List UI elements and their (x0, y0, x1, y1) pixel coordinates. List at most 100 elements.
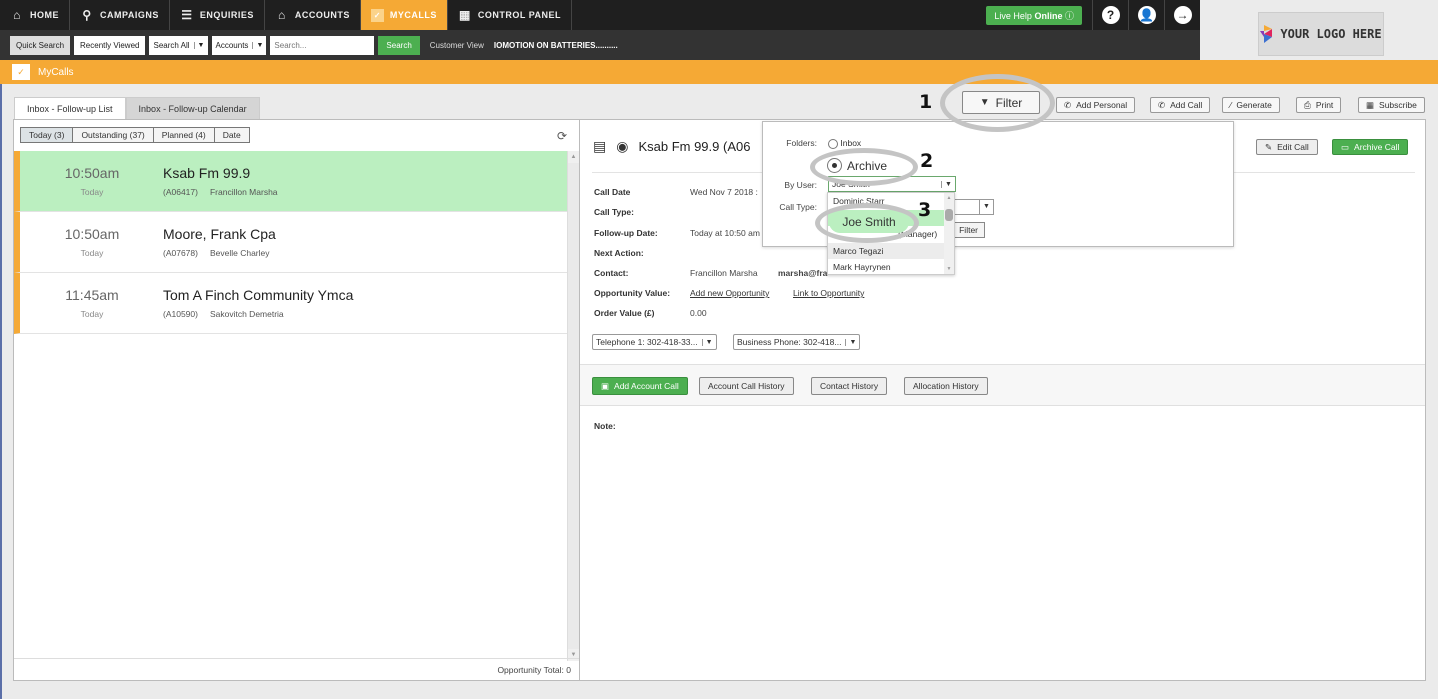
section-header: ✓ MyCalls (0, 60, 1438, 84)
list-scrollbar[interactable]: ▲ ▼ (567, 151, 579, 661)
subscribe-button[interactable]: ▦ Subscribe (1358, 97, 1425, 113)
home-icon: ⌂ (13, 8, 21, 22)
chevron-down-icon: ▼ (701, 338, 716, 346)
live-help-button[interactable]: Live Help Online ⓘ (986, 5, 1082, 25)
by-user-select[interactable]: Joe Smith ▼ (828, 176, 956, 192)
account-call-history-button[interactable]: Account Call History (699, 377, 794, 395)
edit-call-button[interactable]: ✎ Edit Call (1256, 139, 1318, 155)
search-scope-select[interactable]: Search All ▼ (149, 35, 208, 55)
filter-planned[interactable]: Planned (4) (152, 127, 215, 143)
printer-icon: ⎙ (1304, 99, 1311, 110)
chevron-down-icon: ▼ (941, 180, 955, 188)
archive-icon: ▭ (1341, 141, 1350, 152)
pencil-icon: ✎ (1265, 141, 1273, 152)
user-dropdown-list: Dominic Starr Joe Smith (Manager) Marco … (827, 192, 955, 275)
campaigns-icon: ⚲ (82, 8, 92, 22)
add-account-call-button[interactable]: ▣ Add Account Call (592, 377, 688, 395)
phone-plus-icon: ✆ (1064, 99, 1072, 110)
call-list: 10:50am Today Ksab Fm 99.9 (A06417) Franc… (14, 151, 567, 334)
quick-search-tab[interactable]: Quick Search (10, 35, 71, 55)
search-input[interactable] (270, 35, 375, 55)
link-opportunity-link[interactable]: Link to Opportunity (793, 288, 864, 298)
user-option[interactable]: Marco Tegazi (828, 242, 946, 259)
recently-viewed-tab[interactable]: Recently Viewed (74, 35, 146, 55)
checklist-icon: ✓ (12, 64, 30, 80)
contact-card-icon[interactable]: ▤ (593, 138, 606, 155)
user-option[interactable]: Mark Hayrynen (828, 259, 946, 274)
funnel-icon: ▼ (979, 97, 990, 108)
dashboard-icon[interactable]: ◉ (616, 138, 628, 155)
scroll-thumb[interactable] (945, 209, 953, 221)
search-button[interactable]: Search (378, 35, 420, 55)
logo-area: YOUR LOGO HERE (1200, 0, 1438, 60)
dropdown-scrollbar[interactable]: ▲ ▼ (944, 193, 954, 274)
business-phone-select[interactable]: Business Phone: 302-418... ▼ (733, 334, 861, 350)
nav-home[interactable]: ⌂ HOME (0, 0, 70, 30)
scroll-up-icon[interactable]: ▲ (568, 151, 579, 163)
promo-ticker: IOMOTION ON BATTERIES.......... (493, 40, 618, 50)
enquiries-icon: ☰ (181, 8, 193, 22)
nav-control-panel[interactable]: ▦ CONTROL PANEL (448, 0, 573, 30)
radio-checked-icon (827, 158, 842, 173)
contact-history-button[interactable]: Contact History (811, 377, 888, 395)
scroll-up-icon: ▲ (946, 195, 952, 201)
print-button[interactable]: ⎙ Print (1296, 97, 1342, 113)
add-call-button[interactable]: ✆ Add Call (1150, 97, 1211, 113)
filter-date[interactable]: Date (213, 127, 250, 143)
window-edge (0, 84, 2, 699)
annotation-number-3: 3 (918, 199, 932, 221)
refresh-icon[interactable]: ⟳ (557, 129, 567, 143)
chevron-down-icon: ▼ (845, 338, 859, 346)
nav-mycalls[interactable]: ✓ MYCALLS (360, 0, 448, 30)
add-call-icon: ▣ (601, 380, 610, 391)
wand-icon: ⁄ (1230, 100, 1232, 110)
filter-outstanding[interactable]: Outstanding (37) (72, 127, 154, 143)
telephone-select[interactable]: Telephone 1: 302-418-33... ▼ (592, 334, 717, 350)
call-list-panel: Today (3) Outstanding (37) Planned (4) D… (13, 119, 580, 681)
logout-button[interactable]: → (1164, 0, 1200, 30)
help-button[interactable]: ? (1092, 0, 1128, 30)
nav-accounts[interactable]: ⌂ ACCOUNTS (265, 0, 361, 30)
bank-icon: ⌂ (277, 8, 286, 22)
nav-campaigns[interactable]: ⚲ CAMPAIGNS (70, 0, 170, 30)
section-title: MyCalls (38, 66, 74, 78)
folder-inbox-radio[interactable]: Inbox (828, 138, 861, 149)
phone-plus-icon: ✆ (1158, 99, 1166, 110)
nav-enquiries[interactable]: ☰ ENQUIRIES (170, 0, 265, 30)
question-circle-icon: ⓘ (1064, 10, 1074, 21)
search-entity-select[interactable]: Accounts ▼ (211, 35, 267, 55)
checklist-icon: ✓ (370, 8, 384, 22)
list-filter-tabs: Today (3) Outstanding (37) Planned (4) D… (20, 127, 250, 143)
archive-call-button[interactable]: ▭ Archive Call (1332, 139, 1409, 155)
calendar-icon: ▦ (1366, 99, 1375, 110)
top-navigation: ⌂ HOME ⚲ CAMPAIGNS ☰ ENQUIRIES ⌂ ACCOUNT… (0, 0, 1200, 30)
user-icon: 👤 (1137, 6, 1156, 24)
account-title: ▤ ◉ Ksab Fm 99.9 (A06 (593, 138, 751, 155)
action-bar: ▣ Add Account Call Account Call History C… (580, 364, 1425, 406)
profile-button[interactable]: 👤 (1128, 0, 1164, 30)
note-label: Note: (594, 421, 616, 431)
help-icon: ? (1101, 6, 1120, 24)
company-logo: YOUR LOGO HERE (1258, 12, 1384, 56)
tab-follow-up-list[interactable]: Inbox - Follow-up List (14, 97, 126, 120)
list-item[interactable]: 10:50am Today Ksab Fm 99.9 (A06417) Franc… (14, 151, 567, 212)
add-personal-button[interactable]: ✆ Add Personal (1056, 97, 1136, 113)
grid-icon: ▦ (458, 8, 471, 22)
filter-today[interactable]: Today (3) (20, 127, 74, 143)
add-opportunity-link[interactable]: Add new Opportunity (690, 288, 769, 298)
search-bar: Quick Search Recently Viewed Search All … (0, 30, 1200, 60)
folder-archive-radio[interactable]: Archive (827, 158, 887, 173)
tab-follow-up-calendar[interactable]: Inbox - Follow-up Calendar (125, 97, 260, 120)
list-item[interactable]: 10:50am Today Moore, Frank Cpa (A07678) B… (14, 212, 567, 273)
scroll-down-icon: ▼ (946, 266, 952, 272)
allocation-history-button[interactable]: Allocation History (904, 377, 988, 395)
inbox-tabs: Inbox - Follow-up List Inbox - Follow-up… (14, 97, 260, 120)
radio-unchecked-icon (828, 138, 838, 149)
contact-email[interactable]: marsha@fra (778, 268, 827, 278)
chevron-down-icon: ▼ (252, 41, 266, 49)
list-item[interactable]: 11:45am Today Tom A Finch Community Ymca… (14, 273, 567, 334)
generate-button[interactable]: ⁄ Generate (1222, 97, 1280, 113)
customer-view-link[interactable]: Customer View (430, 41, 484, 50)
filter-button[interactable]: ▼ Filter (962, 91, 1040, 114)
chevron-down-icon: ▼ (193, 41, 208, 49)
